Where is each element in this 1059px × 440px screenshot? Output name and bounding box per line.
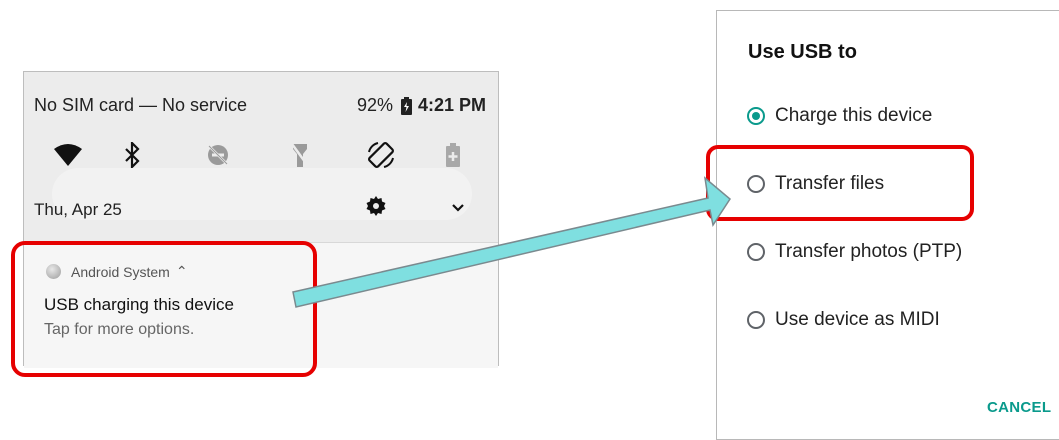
connector-arrow-icon — [292, 176, 731, 308]
